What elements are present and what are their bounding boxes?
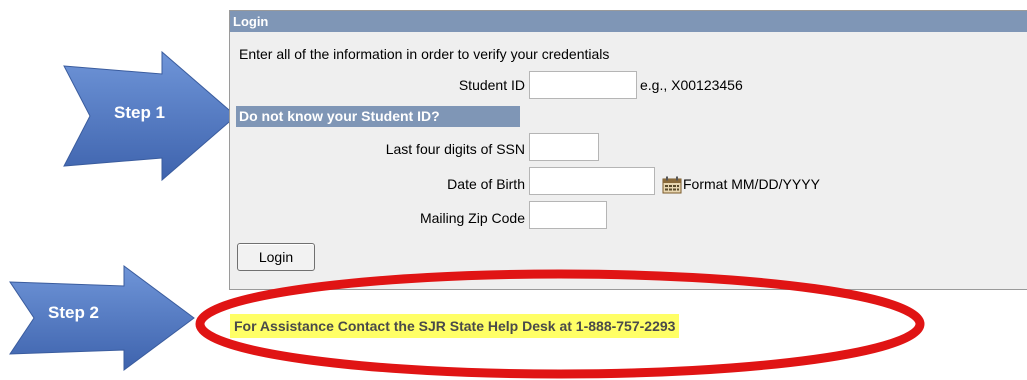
dob-input[interactable] <box>529 167 655 195</box>
unknown-id-header: Do not know your Student ID? <box>236 106 520 127</box>
student-id-input[interactable] <box>529 71 637 99</box>
login-panel: Login Enter all of the information in or… <box>229 10 1027 290</box>
assistance-contact-text: For Assistance Contact the SJR State Hel… <box>230 314 680 338</box>
step2-arrow-icon <box>9 265 195 371</box>
step2-label: Step 2 <box>48 303 100 322</box>
zip-label: Mailing Zip Code <box>419 210 525 226</box>
ssn-input[interactable] <box>529 133 599 161</box>
student-id-label: Student ID <box>458 77 525 93</box>
student-id-hint: e.g., X00123456 <box>640 77 743 93</box>
dob-format-hint: Format MM/DD/YYYY <box>683 176 820 192</box>
ssn-label: Last four digits of SSN <box>385 141 525 157</box>
calendar-icon[interactable] <box>662 176 682 194</box>
dob-label: Date of Birth <box>447 176 525 192</box>
instructions-text: Enter all of the information in order to… <box>239 46 610 62</box>
zip-input[interactable] <box>529 201 607 229</box>
step1-label: Step 1 <box>114 103 166 122</box>
login-panel-title: Login <box>230 11 1027 32</box>
